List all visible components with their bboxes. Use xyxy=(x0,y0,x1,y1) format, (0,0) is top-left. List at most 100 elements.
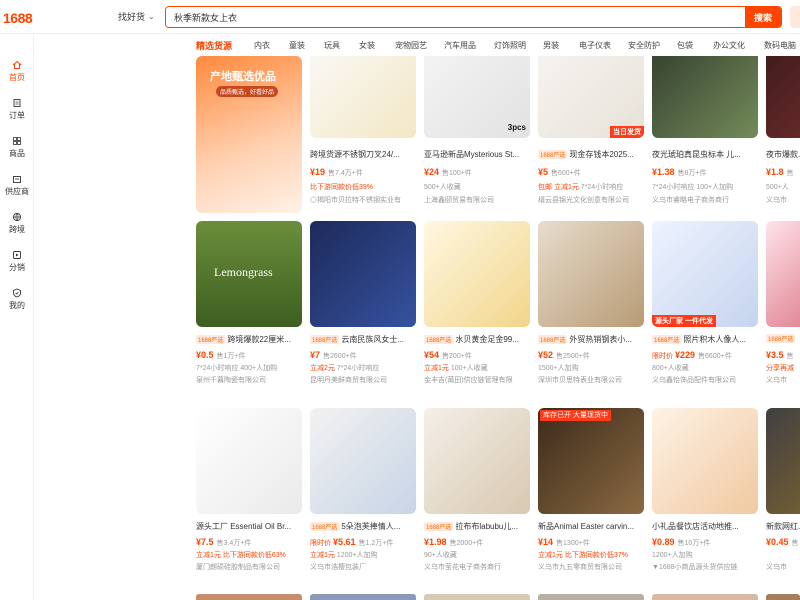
product-image[interactable] xyxy=(310,56,416,138)
product-title[interactable]: 新品Animal Easter carvin... xyxy=(538,521,644,532)
product-card[interactable]: 3pcs 亚马逊新品Mysterious St... ¥24 售100+件 500… xyxy=(414,56,530,216)
seller-name[interactable]: 金丰吉(莆田)供应链管理有限 xyxy=(424,375,530,385)
product-title[interactable]: 1688严选 照片积木人像人... xyxy=(652,334,758,345)
product-title[interactable]: 跨境货源不锈钢刀叉24/... xyxy=(310,149,416,160)
category-tab[interactable]: 玩具 xyxy=(324,40,340,51)
product-card[interactable]: 小礼品餐饮店活动地推... ¥0.89 售10万+件 1200+人加购 ▼1688… xyxy=(642,408,758,571)
product-card[interactable]: 源头厂家 一件代发 1688严选 照片积木人像人... 限时价 ¥229 售6600+… xyxy=(642,221,758,384)
search-mode-select[interactable]: 找好货 ⌄ xyxy=(118,10,155,23)
seller-name[interactable]: ◎揭阳市贝拉特不锈钢实业有 xyxy=(310,195,416,205)
product-image[interactable] xyxy=(538,221,644,327)
sidebar-item-orders[interactable]: 订单 xyxy=(0,98,34,121)
product-title[interactable]: 1688严选 跨境爆款22厘米... xyxy=(196,334,302,345)
seller-name[interactable]: 深圳市贝思特表业有限公司 xyxy=(538,375,644,385)
sidebar-item-home[interactable]: 首页 xyxy=(0,60,34,83)
product-image-partial[interactable] xyxy=(766,594,800,600)
product-title[interactable]: 1688严选 现金存钱本2025... xyxy=(538,149,644,160)
product-card[interactable]: Lemongrass 1688严选 跨境爆款22厘米... ¥0.5 售1万+件 7… xyxy=(186,221,302,384)
category-tab[interactable]: 女装 xyxy=(359,40,375,51)
product-card[interactable]: 新款网红... ¥0.45售 义乌市 xyxy=(756,408,800,571)
seller-name[interactable]: 义乌市莹花电子商务商行 xyxy=(424,562,530,572)
product-image-partial[interactable] xyxy=(538,594,644,600)
product-card[interactable]: 1688严选 拉布布labubu儿... ¥1.98 售2000+件 90+人收藏 … xyxy=(414,408,530,571)
category-tab-featured[interactable]: 精选货源 xyxy=(196,39,232,52)
search-input[interactable] xyxy=(166,7,745,27)
product-image-partial[interactable] xyxy=(196,594,302,600)
seller-name[interactable]: 缙云县锦光文化创意有限公司 xyxy=(538,195,644,205)
product-image[interactable] xyxy=(652,56,758,138)
product-title[interactable]: 亚马逊新品Mysterious St... xyxy=(424,149,530,160)
sidebar-item-distribution[interactable]: 分销 xyxy=(0,250,34,273)
product-card[interactable]: 源头工厂 Essential Oil Br... ¥7.5 售3.4万+件 立减1… xyxy=(186,408,302,571)
product-image[interactable] xyxy=(424,221,530,327)
product-image[interactable] xyxy=(766,56,800,138)
product-image[interactable]: 源头厂家 一件代发 xyxy=(652,221,758,327)
product-title[interactable]: 夜光琥珀真昆虫标本 儿... xyxy=(652,149,758,160)
seller-name[interactable]: 泉州千暮陶瓷有限公司 xyxy=(196,375,302,385)
product-image-partial[interactable] xyxy=(652,594,758,600)
category-tab[interactable]: 童装 xyxy=(289,40,305,51)
seller-name[interactable]: 义乌市九五零商贸有限公司 xyxy=(538,562,644,572)
seller-name[interactable]: 义乌市浩樱包装厂 xyxy=(310,562,416,572)
category-tab[interactable]: 男装 xyxy=(543,40,559,51)
category-tab[interactable]: 电子仪表 xyxy=(579,40,611,51)
category-tab[interactable]: 宠物园艺 xyxy=(395,40,427,51)
sidebar-item-suppliers[interactable]: 供应商 xyxy=(0,174,34,197)
product-image[interactable] xyxy=(766,408,800,514)
product-card[interactable]: 当日发货 1688严选 现金存钱本2025... ¥5 售600+件 包邮 立减1元… xyxy=(528,56,644,216)
product-image[interactable]: 当日发货 xyxy=(538,56,644,138)
product-title[interactable]: 1688严选 5朵泡芙捧情人... xyxy=(310,521,416,532)
product-image[interactable] xyxy=(310,408,416,514)
seller-name[interactable]: 厦门朗硕硅胶制品有限公司 xyxy=(196,562,302,572)
product-image[interactable]: 产地甄选优品 品质甄选，好看好品 xyxy=(196,56,302,213)
category-tab[interactable]: 内衣 xyxy=(254,40,270,51)
product-title[interactable]: 1688严选 xyxy=(766,334,800,343)
product-card[interactable]: 产地甄选优品 品质甄选，好看好品 xyxy=(186,56,302,216)
seller-name[interactable]: 义乌市 xyxy=(766,562,800,572)
product-image[interactable]: Lemongrass xyxy=(196,221,302,327)
product-card[interactable]: 1688严选 ¥3.5 售 分享再减 义乌市 xyxy=(756,221,800,384)
product-image[interactable]: 3pcs xyxy=(424,56,530,138)
seller-name[interactable]: 上海鑫颐贸易有限公司 xyxy=(424,195,530,205)
product-image[interactable] xyxy=(766,221,800,327)
product-title[interactable]: 夜市爆款... xyxy=(766,149,800,160)
product-title[interactable]: 1688严选 拉布布labubu儿... xyxy=(424,521,530,532)
sidebar-item-products[interactable]: 商品 xyxy=(0,136,34,159)
product-image-partial[interactable] xyxy=(310,594,416,600)
seller-name[interactable]: 义乌市睿略电子商务商行 xyxy=(652,195,758,205)
product-image[interactable] xyxy=(310,221,416,327)
product-card[interactable]: 库存已开 大量现货中 新品Animal Easter carvin... ¥14… xyxy=(528,408,644,571)
search-button[interactable]: 搜索 xyxy=(745,7,781,27)
sidebar-item-mine[interactable]: 我的 xyxy=(0,288,34,311)
product-card[interactable]: 跨境货源不锈钢刀叉24/... ¥19 售7.4万+件 比下游同款价低39% ◎揭… xyxy=(300,56,416,216)
product-image[interactable] xyxy=(424,408,530,514)
product-image[interactable] xyxy=(652,408,758,514)
product-title[interactable]: 1688严选 云南民族风女士... xyxy=(310,334,416,345)
category-tab[interactable]: 灯饰照明 xyxy=(494,40,526,51)
seller-name[interactable]: 昆明丹美鲜商贸有限公司 xyxy=(310,375,416,385)
product-image-partial[interactable] xyxy=(424,594,530,600)
product-card[interactable]: 1688严选 云南民族风女士... ¥7 售2600+件 立减2元 7*24小时响应… xyxy=(300,221,416,384)
product-card[interactable]: 1688严选 外贸热销钢表小... ¥52 售2500+件 1500+人加购 深圳市… xyxy=(528,221,644,384)
category-tab[interactable]: 安全防护 xyxy=(628,40,660,51)
category-tab[interactable]: 包袋 xyxy=(677,40,693,51)
category-tab[interactable]: 数码电脑 xyxy=(764,40,796,51)
seller-name[interactable]: 义乌鑫怡饰品配件有限公司 xyxy=(652,375,758,385)
seller-name[interactable]: 义乌市 xyxy=(766,375,800,385)
product-image[interactable]: 库存已开 大量现货中 xyxy=(538,408,644,514)
product-title[interactable]: 1688严选 外贸热销钢表小... xyxy=(538,334,644,345)
header-extra-button[interactable] xyxy=(790,6,800,28)
seller-name[interactable]: ▼1688小商品源头货供应链 xyxy=(652,562,758,572)
product-title[interactable]: 源头工厂 Essential Oil Br... xyxy=(196,521,302,532)
product-title[interactable]: 小礼品餐饮店活动地推... xyxy=(652,521,758,532)
product-card[interactable]: 夜市爆款... ¥1.8售 500+人 义乌市 xyxy=(756,56,800,216)
seller-name[interactable]: 义乌市 xyxy=(766,195,800,205)
product-image[interactable] xyxy=(196,408,302,514)
product-card[interactable]: 1688严选 水贝黄金足金99... ¥54 售200+件 立减1元 100+人收藏… xyxy=(414,221,530,384)
product-card[interactable]: 1688严选 5朵泡芙捧情人... 限时价 ¥5.61 售1.2万+件 立减1元 12… xyxy=(300,408,416,571)
category-tab[interactable]: 汽车用品 xyxy=(444,40,476,51)
logo[interactable]: 1688 xyxy=(3,10,33,26)
category-tab[interactable]: 办公文化 xyxy=(713,40,745,51)
product-title[interactable]: 新款网红... xyxy=(766,521,800,532)
product-card[interactable]: 夜光琥珀真昆虫标本 儿... ¥1.38 售8万+件 7*24小时响应 100+人… xyxy=(642,56,758,216)
